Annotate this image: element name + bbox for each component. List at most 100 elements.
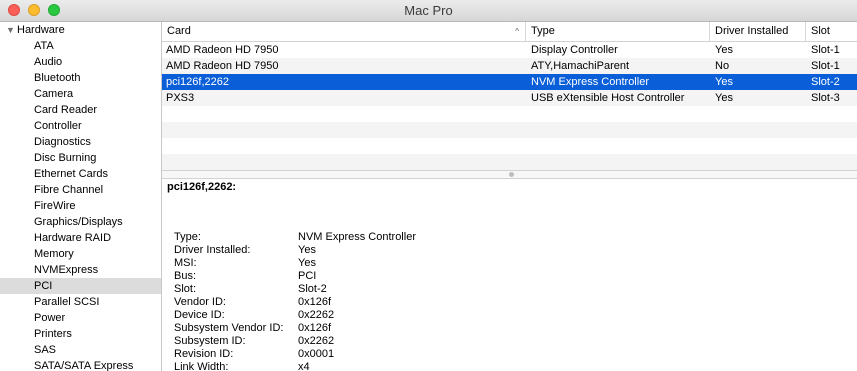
- sidebar-item[interactable]: Card Reader: [0, 102, 161, 118]
- property-row: Device ID: 0x2262: [174, 309, 854, 322]
- property-row: Revision ID: 0x0001: [174, 348, 854, 361]
- sidebar-item-label: Disc Burning: [34, 152, 97, 164]
- property-row: Bus: PCI: [174, 270, 854, 283]
- column-header-slot[interactable]: Slot: [806, 22, 857, 41]
- divider-handle-icon[interactable]: [509, 172, 514, 177]
- sidebar-item-label: Diagnostics: [34, 136, 91, 148]
- disclosure-triangle-icon[interactable]: ▼: [6, 22, 15, 38]
- title-bar: Mac Pro: [0, 0, 857, 22]
- property-key: Subsystem Vendor ID:: [174, 322, 284, 334]
- split-view-divider[interactable]: [162, 170, 857, 179]
- sidebar-item-label: PCI: [34, 280, 53, 292]
- property-value: PCI: [298, 270, 317, 282]
- sidebar-item[interactable]: Bluetooth: [0, 70, 161, 86]
- cell-type: NVM Express Controller: [531, 76, 649, 88]
- sidebar-item[interactable]: FireWire: [0, 198, 161, 214]
- property-value: x4: [298, 361, 310, 371]
- cell-card: pci126f,2262: [166, 76, 229, 88]
- sidebar-item-label: Audio: [34, 56, 63, 68]
- sidebar-item[interactable]: Printers: [0, 326, 161, 342]
- cell-driver: Yes: [715, 92, 733, 104]
- sidebar-item[interactable]: SATA/SATA Express: [0, 358, 161, 371]
- sidebar-item[interactable]: Audio: [0, 54, 161, 70]
- window-title: Mac Pro: [404, 3, 453, 18]
- system-information-window: Mac Pro ▼ Hardware ATA Audio Bluetooth Came…: [0, 0, 857, 371]
- property-row: Vendor ID: 0x126f: [174, 296, 854, 309]
- property-row: Link Width: x4: [174, 361, 854, 371]
- sidebar-item-label: Card Reader: [34, 104, 97, 116]
- column-header-label: Card: [167, 25, 191, 37]
- property-row: Slot: Slot-2: [174, 283, 854, 296]
- cell-type: USB eXtensible Host Controller: [531, 92, 685, 104]
- sidebar-item-label: Ethernet Cards: [34, 168, 108, 180]
- sidebar-item[interactable]: ATA: [0, 38, 161, 54]
- cell-slot: Slot-3: [811, 92, 840, 104]
- property-key: MSI:: [174, 257, 197, 269]
- cell-card: AMD Radeon HD 7950: [166, 60, 279, 72]
- property-key: Revision ID:: [174, 348, 234, 360]
- property-value: 0x126f: [298, 296, 332, 308]
- property-value: Yes: [298, 244, 316, 256]
- sidebar-item[interactable]: Diagnostics: [0, 134, 161, 150]
- table-row[interactable]: AMD Radeon HD 7950 Display Controller Yes S…: [162, 42, 857, 58]
- sidebar-group-hardware[interactable]: ▼ Hardware: [0, 22, 161, 38]
- sidebar-item[interactable]: Graphics/Displays: [0, 214, 161, 230]
- sidebar-item[interactable]: SAS: [0, 342, 161, 358]
- property-key: Bus:: [174, 270, 197, 282]
- sidebar-item-label: Printers: [34, 328, 72, 340]
- sidebar-item-label: FireWire: [34, 200, 76, 212]
- column-header-type[interactable]: Type: [526, 22, 710, 41]
- property-value: 0x126f: [298, 322, 332, 334]
- sidebar-item[interactable]: Camera: [0, 86, 161, 102]
- property-key: Link Width:: [174, 361, 229, 371]
- property-value: 0x0001: [298, 348, 335, 360]
- property-key: Subsystem ID:: [174, 335, 246, 347]
- sidebar-item[interactable]: Ethernet Cards: [0, 166, 161, 182]
- property-row: Driver Installed: Yes: [174, 244, 854, 257]
- table-row[interactable]: AMD Radeon HD 7950 ATY,HamachiParent No Slo…: [162, 58, 857, 74]
- column-header-driver-installed[interactable]: Driver Installed: [710, 22, 806, 41]
- cell-type: ATY,HamachiParent: [531, 60, 630, 72]
- property-key: Type:: [174, 231, 201, 243]
- property-value: 0x2262: [298, 335, 335, 347]
- cell-slot: Slot-1: [811, 60, 840, 72]
- sidebar-item[interactable]: Disc Burning: [0, 150, 161, 166]
- empty-row: [162, 138, 857, 154]
- sidebar-item[interactable]: NVMExpress: [0, 262, 161, 278]
- empty-row: [162, 154, 857, 170]
- table-row[interactable]: pci126f,2262 NVM Express Controller Yes Slo…: [162, 74, 857, 90]
- sidebar-item[interactable]: Memory: [0, 246, 161, 262]
- sidebar-item-label: SAS: [34, 344, 57, 356]
- sidebar-item-label: SATA/SATA Express: [34, 360, 134, 371]
- cell-driver: Yes: [715, 44, 733, 56]
- sidebar-item[interactable]: Parallel SCSI: [0, 294, 161, 310]
- sidebar-item-label: Memory: [34, 248, 74, 260]
- cell-card: PXS3: [166, 92, 195, 104]
- sidebar-item-label: ATA: [34, 40, 54, 52]
- sidebar-item-label: NVMExpress: [34, 264, 99, 276]
- cell-driver: Yes: [715, 76, 733, 88]
- sidebar-item[interactable]: Controller: [0, 118, 161, 134]
- cell-slot: Slot-2: [811, 76, 840, 88]
- sidebar-item-label: Parallel SCSI: [34, 296, 100, 308]
- detail-title: pci126f,2262:: [167, 181, 237, 193]
- column-header-card[interactable]: Card ^: [162, 22, 526, 41]
- sidebar-item-label: Hardware RAID: [34, 232, 112, 244]
- sidebar: ▼ Hardware ATA Audio Bluetooth Camera Card R…: [0, 22, 162, 371]
- sidebar-item[interactable]: PCI: [0, 278, 161, 294]
- sidebar-item[interactable]: Hardware RAID: [0, 230, 161, 246]
- sidebar-item-label: Graphics/Displays: [34, 216, 123, 228]
- sidebar-item[interactable]: Fibre Channel: [0, 182, 161, 198]
- main-pane: Card ^ Type Driver Installed Slot AMD Ra…: [162, 22, 857, 371]
- sidebar-item-label: Power: [34, 312, 66, 324]
- property-row: Subsystem Vendor ID: 0x126f: [174, 322, 854, 335]
- sidebar-group-label: Hardware: [17, 24, 65, 36]
- table-header: Card ^ Type Driver Installed Slot: [162, 22, 857, 42]
- sidebar-item-label: Controller: [34, 120, 82, 132]
- sidebar-item[interactable]: Power: [0, 310, 161, 326]
- column-header-label: Type: [531, 25, 555, 37]
- table-row[interactable]: PXS3 USB eXtensible Host Controller Yes Slo…: [162, 90, 857, 106]
- cell-card: AMD Radeon HD 7950: [166, 44, 279, 56]
- sidebar-item-label: Camera: [34, 88, 74, 100]
- column-header-label: Slot: [811, 25, 830, 37]
